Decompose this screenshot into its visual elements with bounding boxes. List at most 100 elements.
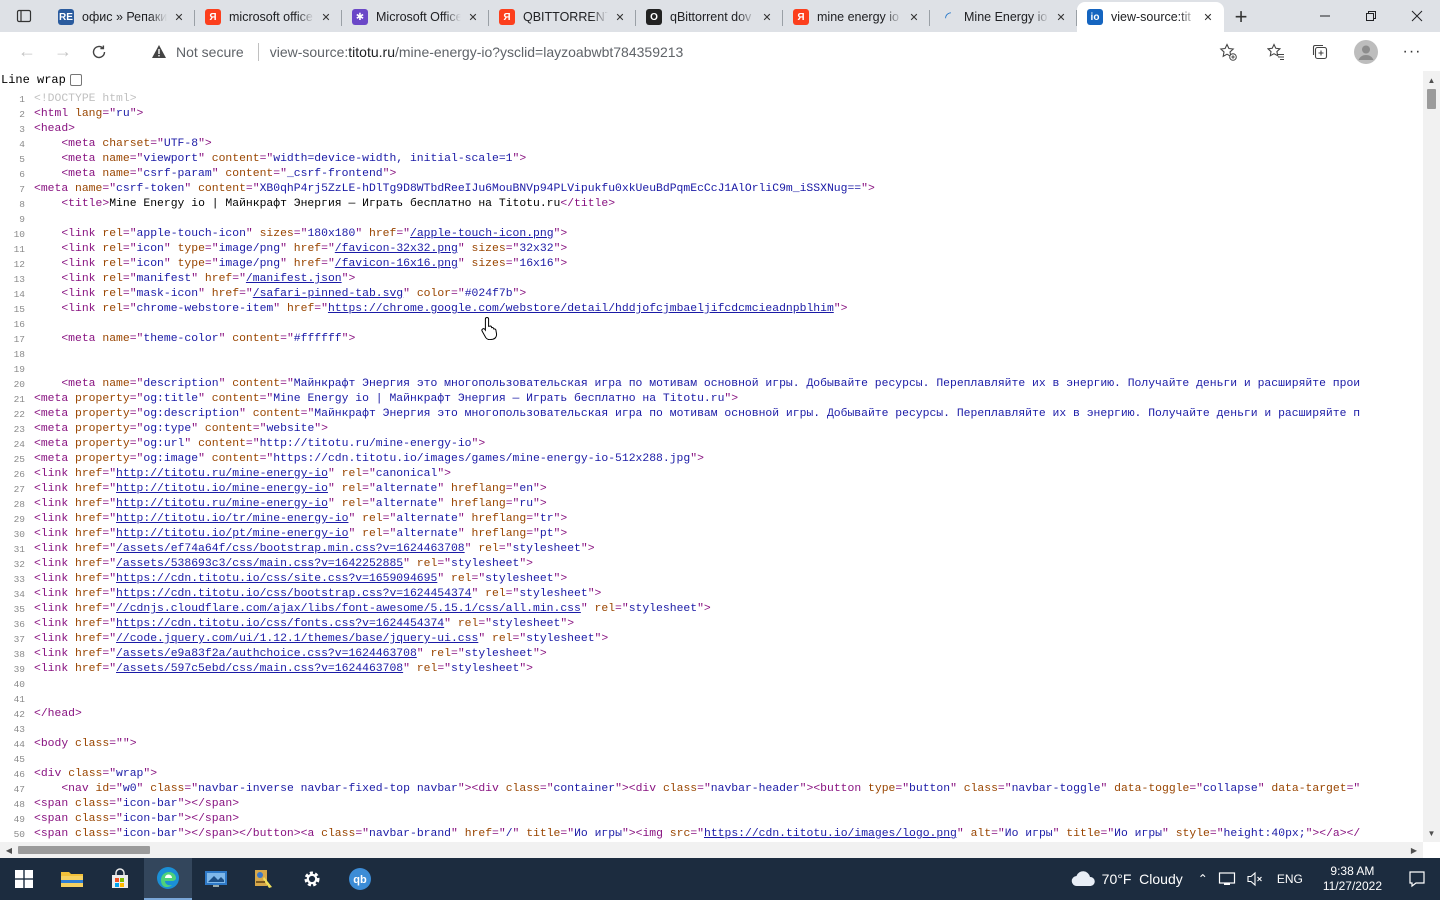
minimize-button[interactable]: [1302, 0, 1348, 32]
source-link[interactable]: https://chrome.google.com/webstore/detai…: [328, 303, 834, 315]
collections-button[interactable]: [1300, 32, 1340, 71]
browser-tab[interactable]: ✱ Microsoft Office ✕: [342, 2, 489, 32]
browser-tab[interactable]: RE офис » Репаки ✕: [48, 2, 195, 32]
taskbar-file-explorer[interactable]: [48, 858, 96, 900]
profile-button[interactable]: [1346, 32, 1386, 71]
code-token: ">: [553, 258, 568, 270]
vertical-scroll-thumb[interactable]: [1427, 89, 1436, 109]
settings-more-button[interactable]: ···: [1392, 32, 1432, 71]
taskbar-edge[interactable]: [144, 858, 192, 900]
scroll-left-icon[interactable]: ◀: [2, 842, 16, 858]
taskbar-store[interactable]: [96, 858, 144, 900]
browser-tab[interactable]: Яmicrosoft office ✕: [195, 2, 342, 32]
code-token: <link: [61, 258, 103, 270]
close-tab-icon[interactable]: ✕: [759, 9, 775, 25]
source-link[interactable]: /assets/e9a83f2a/authchoice.css?v=162446…: [116, 648, 417, 660]
language-indicator[interactable]: ENG: [1269, 858, 1311, 900]
network-icon: [1218, 872, 1235, 885]
source-link[interactable]: https://cdn.titotu.io/css/bootstrap.css?…: [116, 588, 471, 600]
browser-tab[interactable]: OqBittorrent dov ✕: [636, 2, 783, 32]
weather-widget[interactable]: 70°F Cloudy: [1065, 858, 1193, 900]
line-wrap-checkbox[interactable]: [69, 74, 82, 86]
code-token: name: [102, 168, 130, 180]
taskbar-qbittorrent[interactable]: qb: [336, 858, 384, 900]
start-button[interactable]: [0, 858, 48, 900]
add-favorite-button[interactable]: [1208, 32, 1248, 71]
code-token: ": [512, 828, 527, 840]
close-window-button[interactable]: [1394, 0, 1440, 32]
notifications-button[interactable]: [1394, 858, 1440, 900]
avatar: [1354, 39, 1378, 64]
code-token: <link: [34, 573, 76, 585]
browser-tab[interactable]: ◜ Mine Energy io ✕: [930, 2, 1077, 32]
source-link[interactable]: /favicon-16x16.png: [335, 258, 458, 270]
source-link[interactable]: /assets/538693c3/css/main.css?v=16422528…: [116, 558, 403, 570]
source-link[interactable]: http://titotu.io/mine-energy-io: [116, 483, 328, 495]
tab-actions-button[interactable]: [0, 0, 48, 32]
source-link[interactable]: http://titotu.io/tr/mine-energy-io: [116, 513, 348, 525]
new-tab-button[interactable]: +: [1224, 2, 1258, 32]
source-link[interactable]: /apple-touch-icon.png: [410, 228, 554, 240]
scroll-right-icon[interactable]: ▶: [1407, 842, 1421, 858]
not-secure-icon[interactable]: [144, 44, 174, 59]
favorites-button[interactable]: [1256, 32, 1296, 71]
code-token: navbar-toggle: [1011, 783, 1101, 795]
code-token: =": [1346, 783, 1361, 795]
line-wrap-toggle[interactable]: Line wrap: [1, 73, 82, 87]
close-tab-icon[interactable]: ✕: [171, 9, 187, 25]
source-link[interactable]: https://cdn.titotu.io/css/site.css?v=165…: [116, 573, 437, 585]
taskbar-remote-desktop[interactable]: [192, 858, 240, 900]
code-token: csrf-param: [143, 168, 212, 180]
back-button[interactable]: ←: [9, 36, 45, 68]
clock[interactable]: 9:38 AM 11/27/2022: [1311, 858, 1394, 900]
code-token: ">: [690, 453, 704, 465]
source-link[interactable]: http://titotu.ru/mine-energy-io: [116, 468, 328, 480]
source-link[interactable]: http://titotu.ru/mine-energy-io: [116, 498, 328, 510]
line-number: 32: [13, 559, 25, 570]
line-number: 14: [13, 289, 25, 300]
browser-tab[interactable]: Я QBITTORRENT - ✕: [489, 2, 636, 32]
horizontal-scrollbar[interactable]: ◀ ▶: [0, 842, 1423, 858]
volume-button[interactable]: [1241, 858, 1269, 900]
close-tab-icon[interactable]: ✕: [465, 9, 481, 25]
line-code: <link href="http://titotu.ru/mine-energy…: [27, 497, 1423, 512]
source-link[interactable]: /assets/597c5ebd/css/main.css?v=16244637…: [116, 663, 403, 675]
address-bar[interactable]: Not secure view-source: titotu.ru/mine-en…: [144, 36, 1252, 67]
refresh-button[interactable]: [81, 36, 117, 68]
restore-button[interactable]: [1348, 0, 1394, 32]
code-token: =": [895, 783, 910, 795]
close-tab-icon[interactable]: ✕: [612, 9, 628, 25]
browser-tab[interactable]: io view-source:tit ✕: [1077, 2, 1224, 32]
browser-tab[interactable]: Яmine energy io ✕: [783, 2, 930, 32]
scroll-down-icon[interactable]: ▼: [1423, 826, 1440, 840]
taskbar-office-tools[interactable]: [240, 858, 288, 900]
code-token: ": [437, 498, 451, 510]
security-label[interactable]: Not secure: [176, 44, 244, 60]
code-token: ": [403, 558, 417, 570]
code-token: stylesheet: [464, 648, 534, 660]
close-tab-icon[interactable]: ✕: [1053, 9, 1069, 25]
source-link[interactable]: /favicon-32x32.png: [335, 243, 458, 255]
code-token: style: [1175, 828, 1210, 840]
source-link[interactable]: /assets/ef74a64f/css/bootstrap.min.css?v…: [116, 543, 465, 555]
close-tab-icon[interactable]: ✕: [906, 9, 922, 25]
close-tab-icon[interactable]: ✕: [318, 9, 334, 25]
line-number: 42: [13, 709, 25, 720]
show-hidden-icons-button[interactable]: ⌃: [1193, 858, 1213, 900]
horizontal-scroll-thumb[interactable]: [18, 846, 150, 854]
forward-arrow-icon: →: [54, 41, 72, 61]
taskbar-settings[interactable]: [288, 858, 336, 900]
source-link[interactable]: /safari-pinned-tab.svg: [253, 288, 403, 300]
vertical-scrollbar[interactable]: ▲ ▼: [1423, 71, 1440, 842]
source-link[interactable]: /manifest.json: [246, 273, 342, 285]
source-link[interactable]: //code.jquery.com/ui/1.12.1/themes/base/…: [116, 633, 478, 645]
source-link[interactable]: http://titotu.io/pt/mine-energy-io: [116, 528, 348, 540]
forward-button[interactable]: →: [45, 36, 81, 68]
source-line: 3 <head>: [0, 122, 1423, 137]
source-link[interactable]: https://cdn.titotu.io/css/fonts.css?v=16…: [116, 618, 444, 630]
close-tab-icon[interactable]: ✕: [1200, 9, 1216, 25]
scroll-up-icon[interactable]: ▲: [1423, 73, 1440, 87]
network-button[interactable]: [1213, 858, 1241, 900]
source-link[interactable]: https://cdn.titotu.io/images/logo.png: [704, 828, 957, 840]
source-link[interactable]: //cdnjs.cloudflare.com/ajax/libs/font-aw…: [116, 603, 581, 615]
